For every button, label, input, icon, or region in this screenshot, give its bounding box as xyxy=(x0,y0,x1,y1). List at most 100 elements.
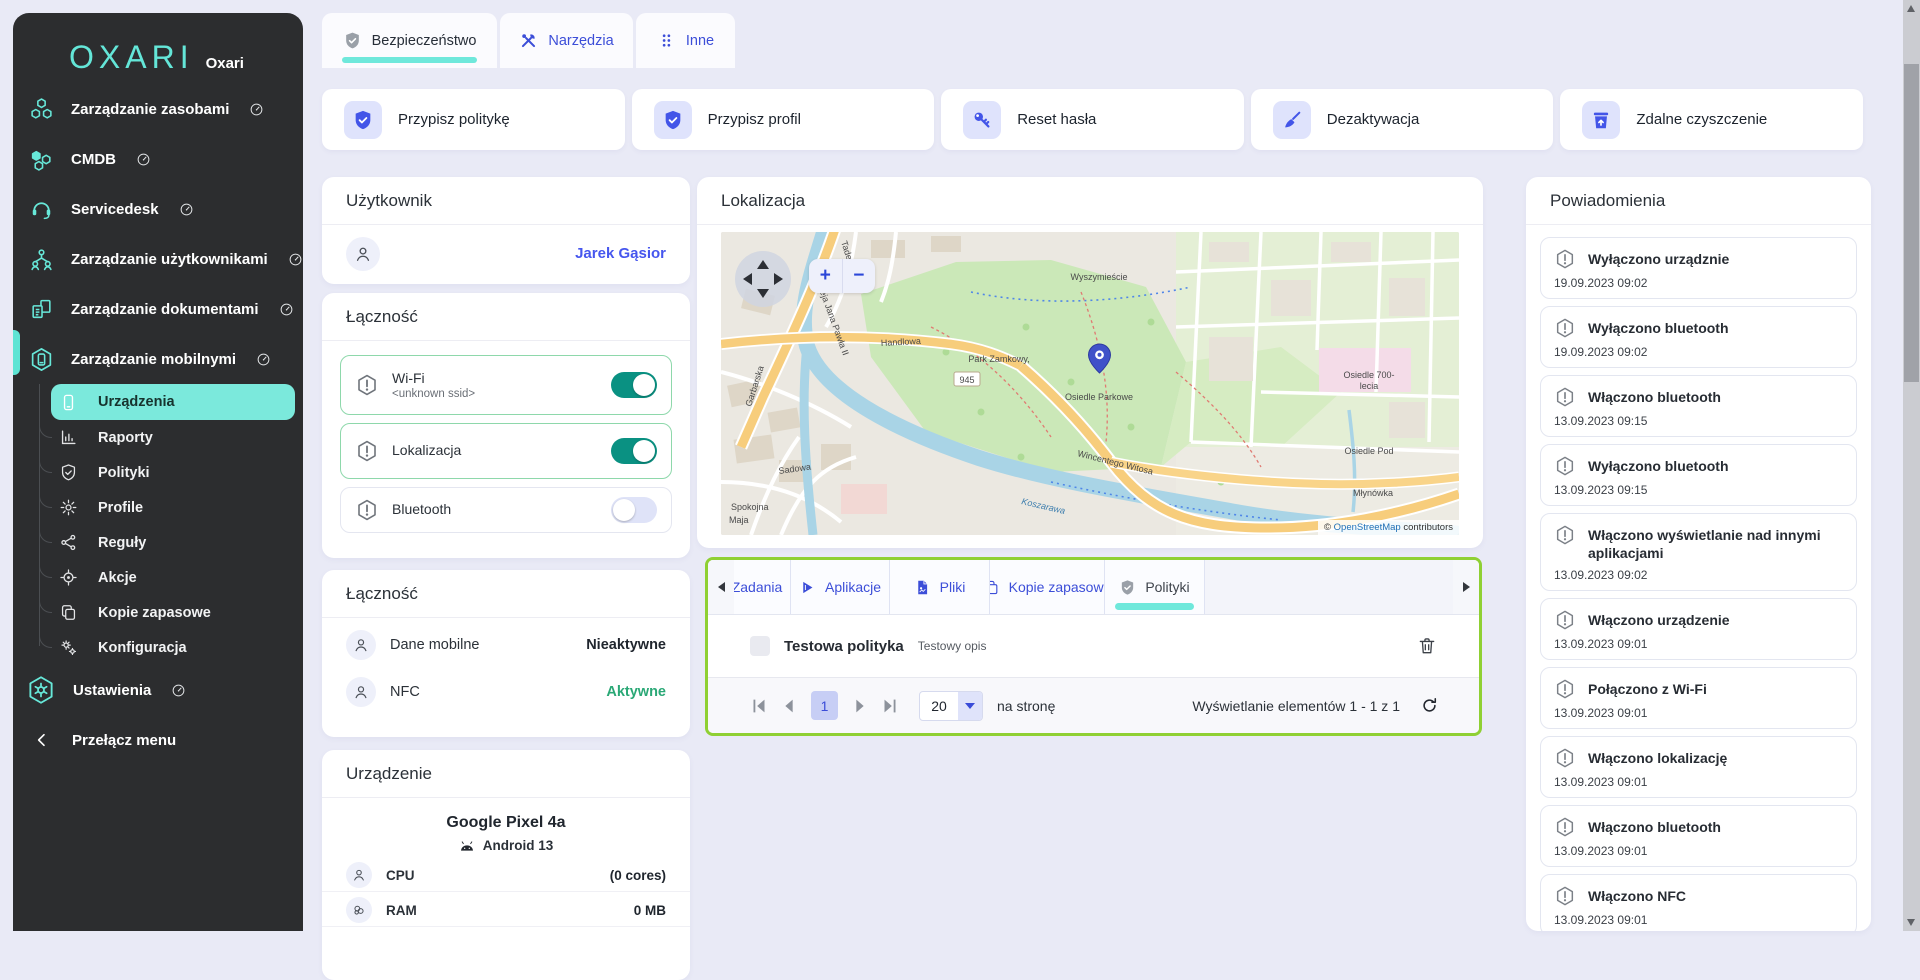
notification-time: 13.09.2023 09:15 xyxy=(1554,414,1843,428)
toggle-menu-button[interactable]: Przełącz menu xyxy=(13,715,303,765)
pan-left-icon[interactable] xyxy=(743,273,752,285)
map-label-wyszymiescie: Wyszymieście xyxy=(1071,272,1128,282)
zoom-in-button[interactable]: + xyxy=(809,259,843,293)
notification-time: 19.09.2023 09:02 xyxy=(1554,345,1843,359)
tab-narzedzia[interactable]: Narzędzia xyxy=(500,13,633,68)
shield-check-icon xyxy=(1119,579,1136,596)
page-scrollbar[interactable] xyxy=(1903,0,1920,931)
sidebar-item-zarzadzanie-zasobami[interactable]: Zarządzanie zasobami xyxy=(13,84,303,134)
user-name-link[interactable]: Jarek Gąsior xyxy=(575,245,666,262)
sidebar-item-konfiguracja[interactable]: Konfiguracja xyxy=(51,630,295,665)
pan-down-icon[interactable] xyxy=(757,289,769,298)
hexagon-alert-icon xyxy=(1554,455,1576,477)
gauge-icon xyxy=(288,252,303,267)
wifi-toggle[interactable] xyxy=(611,372,657,398)
location-row: Lokalizacja xyxy=(340,423,672,479)
tab-zadania[interactable]: Zadania xyxy=(734,560,791,614)
tab-aplikacje[interactable]: Aplikacje xyxy=(791,560,890,614)
last-page-button[interactable] xyxy=(879,695,901,717)
tab-polityki[interactable]: Polityki xyxy=(1105,560,1205,614)
notification-item[interactable]: Włączono urządzenie 13.09.2023 09:01 xyxy=(1540,598,1857,660)
detail-tab-bar: Zadania Aplikacje Pliki Kopie zapasowe P… xyxy=(708,560,1479,615)
gears-icon xyxy=(59,638,78,657)
refresh-button[interactable] xyxy=(1420,696,1439,715)
sidebar-item-label: Zarządzanie użytkownikami xyxy=(71,251,268,268)
panel-title: Łączność xyxy=(322,293,690,341)
openstreetmap-link[interactable]: OpenStreetMap xyxy=(1334,522,1401,533)
sidebar-item-zarzadzanie-uzytkownikami[interactable]: Zarządzanie użytkownikami xyxy=(13,234,303,284)
first-page-button[interactable] xyxy=(748,695,770,717)
notification-title: Wyłączono bluetooth xyxy=(1588,455,1729,475)
location-toggle[interactable] xyxy=(611,438,657,464)
sidebar-item-akcje[interactable]: Akcje xyxy=(51,560,295,595)
grid-dots-icon xyxy=(657,31,676,50)
scrollbar-thumb[interactable] xyxy=(1904,64,1919,382)
notification-item[interactable]: Wyłączono urządznie 19.09.2023 09:02 xyxy=(1540,237,1857,299)
delete-policy-button[interactable] xyxy=(1417,636,1437,656)
sidebar-item-label: Konfiguracja xyxy=(98,640,187,656)
pan-up-icon[interactable] xyxy=(757,260,769,269)
tab-label: Aplikacje xyxy=(825,579,881,595)
notification-item[interactable]: Włączono NFC 13.09.2023 09:01 xyxy=(1540,874,1857,931)
remote-wipe-button[interactable]: Zdalne czyszczenie xyxy=(1560,89,1863,150)
notification-item[interactable]: Wyłączono bluetooth 13.09.2023 09:15 xyxy=(1540,444,1857,506)
hexagon-alert-icon xyxy=(355,498,379,522)
deactivate-button[interactable]: Dezaktywacja xyxy=(1251,89,1554,150)
tabs-scroll-right-button[interactable] xyxy=(1453,560,1479,614)
tab-kopie-zapasowe[interactable]: Kopie zapasowe xyxy=(990,560,1105,614)
sidebar-item-ustawienia[interactable]: Ustawienia xyxy=(13,665,303,715)
sidebar-item-zarzadzanie-mobilnymi[interactable]: Zarządzanie mobilnymi xyxy=(13,334,303,384)
assign-profile-button[interactable]: Przypisz profil xyxy=(632,89,935,150)
sidebar-item-label: CMDB xyxy=(71,151,116,168)
scroll-up-icon[interactable] xyxy=(1907,5,1915,12)
tabs-scroll-left-button[interactable] xyxy=(708,560,734,614)
sidebar-item-kopie-zapasowe[interactable]: Kopie zapasowe xyxy=(51,595,295,630)
tab-inne[interactable]: Inne xyxy=(636,13,735,68)
map-marker-pin[interactable] xyxy=(1087,343,1112,374)
bluetooth-toggle[interactable] xyxy=(611,497,657,523)
action-label: Dezaktywacja xyxy=(1327,111,1420,128)
page-size-select[interactable]: 20 xyxy=(919,691,983,721)
sidebar-item-raporty[interactable]: Raporty xyxy=(51,420,295,455)
tab-label: Zadania xyxy=(734,579,782,595)
chevron-left-icon xyxy=(34,732,50,748)
sidebar-item-label: Zarządzanie dokumentami xyxy=(71,301,259,318)
tab-pliki[interactable]: Pliki xyxy=(890,560,990,614)
sidebar-item-polityki[interactable]: Polityki xyxy=(51,455,295,490)
notification-item[interactable]: Włączono lokalizację 13.09.2023 09:01 xyxy=(1540,736,1857,798)
sidebar-item-urzadzenia[interactable]: Urządzenia xyxy=(51,384,295,420)
toggle-knob xyxy=(633,374,655,396)
next-page-button[interactable] xyxy=(849,695,871,717)
page-number-button[interactable]: 1 xyxy=(811,691,838,720)
notification-item[interactable]: Wyłączono bluetooth 19.09.2023 09:02 xyxy=(1540,306,1857,368)
map-pan-control[interactable] xyxy=(735,251,791,307)
notification-item[interactable]: Połączono z Wi-Fi 13.09.2023 09:01 xyxy=(1540,667,1857,729)
notification-title: Wyłączono bluetooth xyxy=(1588,317,1729,337)
hexagon-alert-icon xyxy=(1554,816,1576,838)
policy-name: Testowa polityka xyxy=(784,638,904,655)
row-checkbox[interactable] xyxy=(750,636,770,656)
person-icon xyxy=(346,677,376,707)
notification-title: Włączono NFC xyxy=(1588,885,1686,905)
notification-item[interactable]: Włączono wyświetlanie nad innymi aplikac… xyxy=(1540,513,1857,591)
assign-policy-button[interactable]: Przypisz politykę xyxy=(322,89,625,150)
arrow-right-icon xyxy=(1463,582,1470,592)
notification-item[interactable]: Włączono bluetooth 13.09.2023 09:15 xyxy=(1540,375,1857,437)
map[interactable]: 945 Wyszymieście Park Zamkowy, Osiedle P… xyxy=(721,232,1459,535)
pan-right-icon[interactable] xyxy=(774,273,783,285)
sidebar-item-zarzadzanie-dokumentami[interactable]: Zarządzanie dokumentami xyxy=(13,284,303,334)
sidebar-item-cmdb[interactable]: CMDB xyxy=(13,134,303,184)
policy-table-row[interactable]: Testowa polityka Testowy opis xyxy=(708,615,1479,677)
sidebar-item-reguly[interactable]: Reguły xyxy=(51,525,295,560)
zoom-out-button[interactable]: − xyxy=(843,259,876,293)
notification-title: Wyłączono urządznie xyxy=(1588,248,1729,268)
report-icon xyxy=(59,428,78,447)
scroll-down-icon[interactable] xyxy=(1907,919,1915,926)
map-attribution: © OpenStreetMap contributors xyxy=(1318,520,1459,535)
sidebar-item-servicedesk[interactable]: Servicedesk xyxy=(13,184,303,234)
sidebar-item-profile[interactable]: Profile xyxy=(51,490,295,525)
notification-item[interactable]: Włączono bluetooth 13.09.2023 09:01 xyxy=(1540,805,1857,867)
reset-password-button[interactable]: Reset hasła xyxy=(941,89,1244,150)
previous-page-button[interactable] xyxy=(778,695,800,717)
tab-bezpieczenstwo[interactable]: Bezpieczeństwo xyxy=(322,13,497,68)
